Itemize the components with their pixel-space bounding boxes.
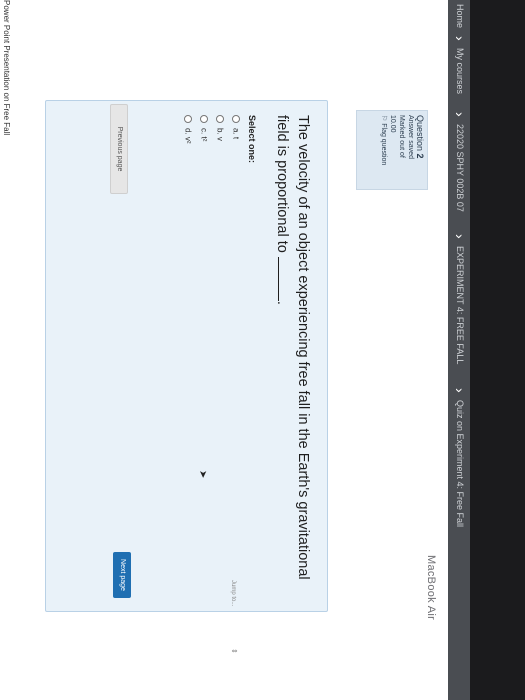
flag-icon: ⚐ [380,115,387,122]
option-b[interactable]: b. v [216,115,225,141]
radio-icon[interactable] [200,115,209,123]
mouse-cursor-icon: ➤ [197,470,208,479]
photo-stage: Home › My courses › 22020 SPHY 002B 07 ›… [0,0,525,700]
breadcrumb-course[interactable]: 22020 SPHY 002B 07 [455,124,465,212]
answer-blank [278,256,292,301]
browser-screen: Home › My courses › 22020 SPHY 002B 07 ›… [0,0,470,700]
radio-icon[interactable] [184,115,193,123]
quiz-content: Question 2 Answer saved Marked out of 10… [0,0,448,700]
question-number: Question 2 [415,115,425,159]
chevron-right-icon: › [452,234,468,239]
radio-icon[interactable] [232,115,241,123]
next-page-button[interactable]: Next page [113,552,131,598]
chevron-right-icon: › [452,112,468,117]
breadcrumb-my-courses[interactable]: My courses [455,48,465,94]
laptop-brand-label: MacBook Air [425,555,437,621]
breadcrumb: Home › My courses › 22020 SPHY 002B 07 ›… [448,0,470,700]
breadcrumb-quiz[interactable]: Quiz on Experiment 4: Free Fall [455,400,465,527]
option-a[interactable]: a. t [232,115,241,139]
option-d[interactable]: d. v² [184,115,193,144]
presentation-link[interactable]: Power Point Presentation on Free Fall [2,0,11,135]
radio-icon[interactable] [216,115,225,123]
jump-to-select[interactable]: Jump to... [230,580,236,606]
flag-question-link[interactable]: ⚐ Flag question [379,115,388,185]
question-card: The velocity of an object experiencing f… [45,100,328,612]
question-text: The velocity of an object experiencing f… [274,115,311,580]
chevron-right-icon: › [452,36,468,41]
marked-out-of-value: 10.00 [389,115,396,133]
option-c[interactable]: c. t² [200,115,209,141]
chevron-right-icon: › [452,388,468,393]
select-one-label: Select one: [247,115,257,164]
marked-out-of-label: Marked out of [398,115,405,158]
breadcrumb-home[interactable]: Home [455,4,465,28]
breadcrumb-experiment[interactable]: EXPERIMENT 4: FREE FALL [455,246,465,364]
select-arrows-icon: ⇕ [230,648,237,654]
answer-status: Answer saved [407,115,414,159]
previous-page-button[interactable]: Previous page [110,104,128,194]
question-info-panel: Question 2 Answer saved Marked out of 10… [356,110,428,190]
